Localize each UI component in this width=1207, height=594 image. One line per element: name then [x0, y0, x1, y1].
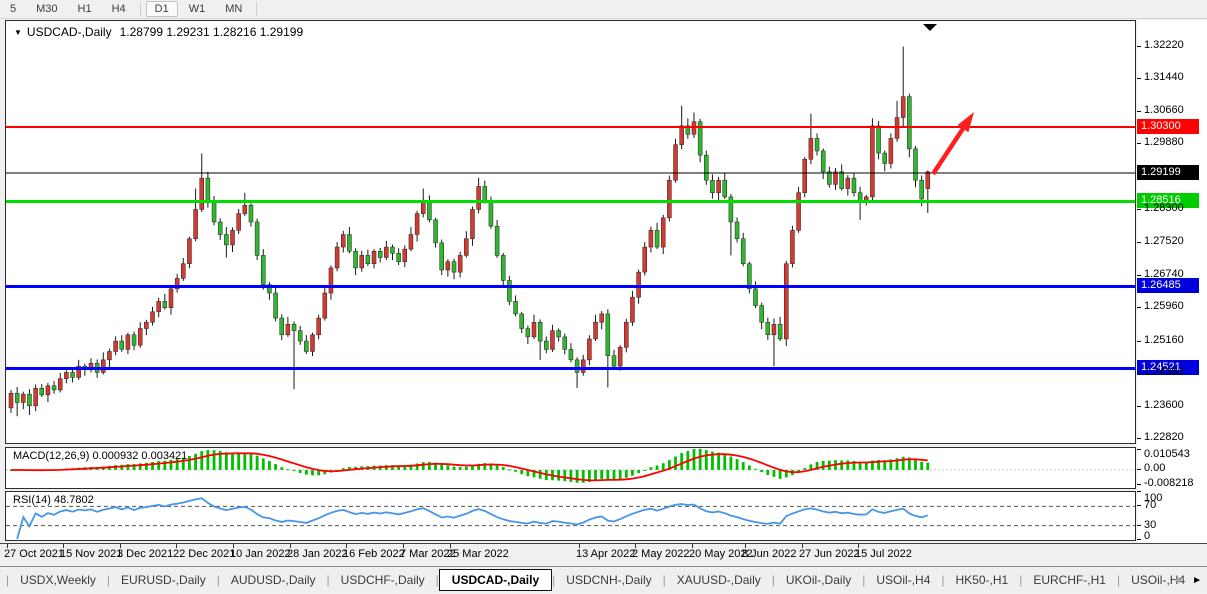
price-chart-panel[interactable]: ▼ USDCAD-,Daily 1.28799 1.29231 1.28216 1.… [5, 20, 1136, 444]
tab-audusd-daily[interactable]: AUDUSD-,Daily [220, 569, 327, 591]
timeframe-toolbar: 5M30H1H4 D1W1MN [0, 0, 1207, 19]
rsi-tick-label: 70 [1144, 499, 1156, 511]
price-tick-label: 1.29880 [1144, 136, 1184, 148]
macd-tick [1137, 449, 1141, 450]
price-tick [1137, 242, 1141, 243]
macd-tick [1137, 484, 1141, 485]
date-label: 28 Jan 2022 [287, 548, 348, 560]
date-label: 22 Dec 2021 [173, 548, 235, 560]
price-tick [1137, 307, 1141, 308]
price-tick [1137, 209, 1141, 210]
price-tick [1137, 373, 1141, 374]
tab-usdchf-daily[interactable]: USDCHF-,Daily [330, 569, 436, 591]
chart-title: ▼ USDCAD-,Daily 1.28799 1.29231 1.28216 1.… [14, 25, 303, 39]
rsi-tick-label: 0 [1144, 530, 1150, 542]
chevron-down-icon[interactable]: ▼ [14, 28, 22, 37]
price-tick-label: 1.25160 [1144, 334, 1184, 346]
tab-usdx-weekly[interactable]: USDX,Weekly [9, 569, 107, 591]
date-label: 15 Nov 2021 [60, 548, 122, 560]
price-badge-1.30300: 1.30300 [1137, 119, 1199, 134]
rsi-tick [1137, 525, 1141, 526]
timeframe-button-d1[interactable]: D1 [146, 1, 178, 17]
rsi-plot [6, 492, 1135, 540]
tab-scroll-arrows: ◄ ► [1172, 567, 1202, 594]
price-tick [1137, 143, 1141, 144]
price-tick [1137, 275, 1141, 276]
date-label: 10 Jan 2022 [230, 548, 291, 560]
timeframe-button-h1[interactable]: H1 [69, 1, 101, 17]
timeframe-button-m30[interactable]: M30 [27, 1, 66, 17]
price-tick-label: 1.30660 [1144, 104, 1184, 116]
date-label: 25 Mar 2022 [447, 548, 509, 560]
tab-scroll-left-icon[interactable]: ◄ [1172, 575, 1182, 586]
chart-ohlc-values: 1.28799 1.29231 1.28216 1.29199 [120, 25, 304, 39]
price-tick-label: 1.27520 [1144, 235, 1184, 247]
price-tick-label: 1.28300 [1144, 202, 1184, 214]
tab-eurchf-h1[interactable]: EURCHF-,H1 [1022, 569, 1117, 591]
tab-usoil-h4[interactable]: USOil-,H4 [865, 569, 941, 591]
date-label: 15 Jul 2022 [855, 548, 912, 560]
tab-usdcad-daily[interactable]: USDCAD-,Daily [439, 569, 552, 591]
toolbar-separator [140, 2, 141, 16]
toolbar-separator [256, 2, 257, 16]
price-tick [1137, 111, 1141, 112]
rsi-tick [1137, 539, 1141, 540]
price-tick-label: 1.24380 [1144, 366, 1184, 378]
date-label: 16 Feb 2022 [343, 548, 405, 560]
macd-values: 0.000932 0.003421 [92, 450, 187, 462]
macd-tick-label: -0.008218 [1144, 477, 1194, 489]
timeframe-button-w1[interactable]: W1 [180, 1, 215, 17]
macd-tick-label: 0.00 [1144, 462, 1165, 474]
price-tick [1137, 341, 1141, 342]
timeframe-button-5[interactable]: 5 [1, 1, 25, 17]
date-label: 8 Jun 2022 [742, 548, 796, 560]
time-axis[interactable]: 27 Oct 202115 Nov 20213 Dec 202122 Dec 2… [0, 543, 1207, 565]
price-tick [1137, 78, 1141, 79]
candlestick-chart[interactable] [6, 21, 1135, 443]
date-label: 27 Oct 2021 [4, 548, 64, 560]
chart-symbol-label: USDCAD-,Daily [27, 25, 112, 39]
price-tick-label: 1.26740 [1144, 268, 1184, 280]
tab-ukoil-daily[interactable]: UKOil-,Daily [775, 569, 862, 591]
date-label: 3 Dec 2021 [117, 548, 173, 560]
mt4-window: { "toolbar": {"timeframes": ["5","M30","… [0, 0, 1207, 593]
price-tick [1137, 438, 1141, 439]
rsi-indicator-panel[interactable]: RSI(14) 48.7802 [5, 491, 1136, 541]
price-tick-label: 1.25960 [1144, 300, 1184, 312]
rsi-tick [1137, 505, 1141, 506]
price-axis[interactable]: 1.303001.291991.285161.264851.245211.322… [1137, 20, 1207, 543]
macd-tick-label: 0.010543 [1144, 448, 1190, 460]
rsi-tick-label: 30 [1144, 519, 1156, 531]
macd-label: MACD(12,26,9) 0.000932 0.003421 [13, 450, 187, 462]
rsi-label: RSI(14) 48.7802 [13, 494, 94, 506]
tab-eurusd-daily[interactable]: EURUSD-,Daily [110, 569, 217, 591]
rsi-name: RSI(14) [13, 494, 51, 506]
macd-indicator-panel[interactable]: MACD(12,26,9) 0.000932 0.003421 [5, 447, 1136, 489]
price-tick-label: 1.31440 [1144, 71, 1184, 83]
price-tick-label: 1.23600 [1144, 399, 1184, 411]
rsi-value: 48.7802 [54, 494, 94, 506]
price-tick-label: 1.32220 [1144, 39, 1184, 51]
tab-scroll-right-icon[interactable]: ► [1192, 575, 1202, 586]
price-badge-1.29199: 1.29199 [1137, 165, 1199, 180]
date-label: 27 Jun 2022 [799, 548, 860, 560]
tab-hk50-h1[interactable]: HK50-,H1 [945, 569, 1020, 591]
rsi-tick [1137, 491, 1141, 492]
date-label: 13 Apr 2022 [576, 548, 635, 560]
price-tick [1137, 406, 1141, 407]
tab-xauusd-daily[interactable]: XAUUSD-,Daily [666, 569, 772, 591]
price-tick-label: 1.22820 [1144, 431, 1184, 443]
date-label: 2 May 2022 [632, 548, 689, 560]
price-badge-1.26485: 1.26485 [1137, 278, 1199, 293]
tab-usdcnh-daily[interactable]: USDCNH-,Daily [555, 569, 662, 591]
macd-tick [1137, 469, 1141, 470]
timeframe-button-mn[interactable]: MN [216, 1, 251, 17]
price-tick [1137, 46, 1141, 47]
macd-name: MACD(12,26,9) [13, 450, 89, 462]
chart-tab-bar: |USDX,Weekly|EURUSD-,Daily|AUDUSD-,Daily… [0, 566, 1207, 593]
timeframe-button-h4[interactable]: H4 [103, 1, 135, 17]
